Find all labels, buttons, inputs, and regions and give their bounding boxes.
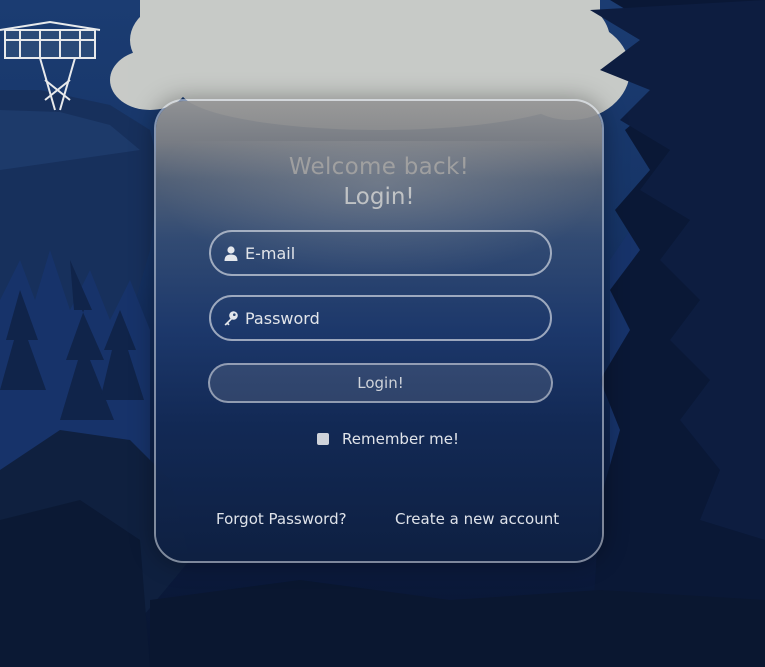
email-field[interactable]	[209, 230, 552, 276]
remember-me-label: Remember me!	[342, 430, 459, 448]
forgot-password-link[interactable]: Forgot Password?	[216, 510, 347, 528]
remember-me-checkbox[interactable]	[317, 433, 329, 445]
login-button[interactable]: Login!	[208, 363, 553, 403]
login-title: Login!	[343, 184, 415, 210]
password-input[interactable]	[245, 308, 535, 328]
key-icon	[222, 309, 240, 327]
welcome-heading: Welcome back!	[288, 154, 470, 180]
login-screen: Welcome back! Login! Login!	[0, 0, 765, 667]
user-icon	[222, 244, 240, 262]
password-field[interactable]	[209, 295, 552, 341]
login-card: Welcome back! Login! Login!	[154, 99, 604, 563]
create-account-link[interactable]: Create a new account	[395, 510, 559, 528]
email-input[interactable]	[245, 243, 535, 263]
remember-me[interactable]: Remember me!	[317, 430, 459, 448]
